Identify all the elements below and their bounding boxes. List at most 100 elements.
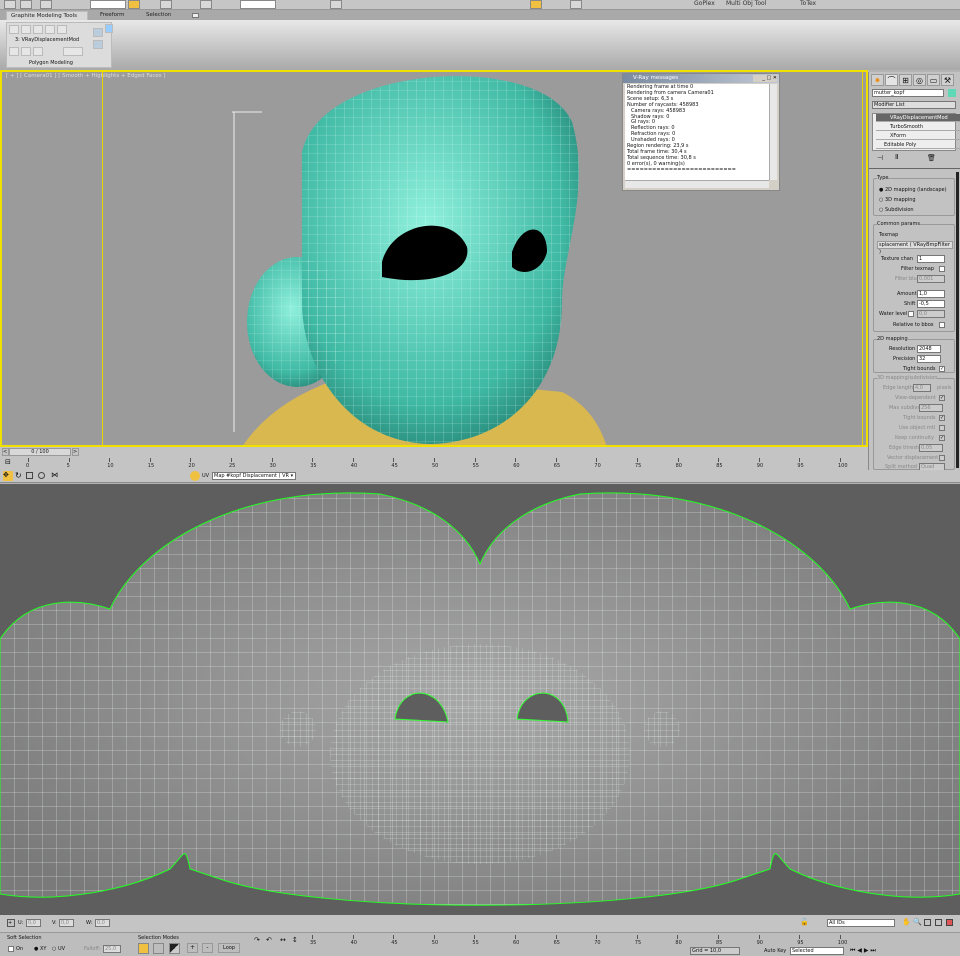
flip-horizontal-icon[interactable]: ↔: [280, 936, 286, 944]
polygon-icon[interactable]: [45, 25, 55, 34]
element-icon[interactable]: [57, 25, 67, 34]
radio-xy[interactable]: ● XY: [34, 946, 46, 952]
stack-item-turbosmooth[interactable]: TurboSmooth: [876, 123, 960, 131]
edge-mode-icon[interactable]: [153, 943, 164, 954]
scale-icon[interactable]: [26, 472, 33, 479]
totex-button[interactable]: ToTex: [800, 0, 816, 7]
rotate-ccw-icon[interactable]: ↶: [266, 936, 272, 944]
tab-graphite-modeling-tools[interactable]: Graphite Modeling Tools: [6, 11, 88, 20]
map-dropdown[interactable]: Map #kopf Displacement ( VR ▾: [212, 472, 296, 480]
face-mode-icon[interactable]: [169, 943, 180, 954]
stack-item-vraydisplacementmod[interactable]: VRayDisplacementMod: [876, 114, 960, 122]
polygon-modeling-label[interactable]: Polygon Modeling: [29, 60, 73, 66]
loop-button[interactable]: Loop: [218, 943, 240, 953]
u-field[interactable]: 0,0: [26, 919, 41, 927]
render-setup-icon[interactable]: [530, 0, 542, 9]
v-field[interactable]: 0,0: [59, 919, 74, 927]
rotate-cw-icon[interactable]: ↷: [254, 936, 260, 944]
toggle-icon[interactable]: [63, 47, 83, 56]
playback-controls-icon[interactable]: ⏮ ◀ ▶ ⏭: [850, 947, 876, 955]
move-icon[interactable]: [200, 0, 212, 9]
precision-field[interactable]: 32: [917, 355, 941, 363]
utilities-tab-icon[interactable]: ⚒: [941, 74, 954, 86]
w-field[interactable]: 0,0: [95, 919, 110, 927]
rotate-icon[interactable]: ↻: [15, 471, 22, 480]
up-arrow-icon[interactable]: [93, 28, 103, 37]
key-filter-dropdown[interactable]: Selected: [790, 947, 844, 955]
view-dependent-checkbox[interactable]: ✓: [939, 395, 945, 401]
radio-3d-mapping[interactable]: ○ 3D mapping: [879, 197, 916, 203]
water-level-checkbox[interactable]: [908, 311, 914, 317]
undo-icon[interactable]: [4, 0, 16, 9]
motion-tab-icon[interactable]: ◎: [913, 74, 926, 86]
use-object-mtl-checkbox[interactable]: [939, 425, 945, 431]
create-tab-icon[interactable]: ✷: [871, 74, 884, 86]
zoom-region-icon[interactable]: [935, 919, 942, 926]
grow-button[interactable]: +: [187, 943, 198, 953]
checker-icon[interactable]: [190, 471, 200, 481]
goplex-button[interactable]: GoPlex: [694, 0, 715, 7]
texmap-button[interactable]: splacement ( VRayBmpFilter ): [877, 241, 953, 255]
soft-on-checkbox[interactable]: [8, 946, 14, 952]
tab-selection[interactable]: Selection: [142, 11, 175, 20]
snap-icon[interactable]: [330, 0, 342, 9]
edge-length-field[interactable]: 4,0: [913, 384, 931, 392]
select-object-icon[interactable]: [128, 0, 140, 9]
flip-vertical-icon[interactable]: ↕: [292, 936, 298, 944]
show-end-result-icon[interactable]: Ⅱ: [895, 153, 898, 161]
display-tab-icon[interactable]: ▭: [927, 74, 940, 86]
select-region-icon[interactable]: [160, 0, 172, 9]
preserve-uvs-icon[interactable]: [9, 47, 19, 56]
pin-stack-icon[interactable]: [105, 24, 113, 33]
resolution-field[interactable]: 2048: [917, 345, 941, 353]
stack-item-xform[interactable]: XForm: [876, 132, 960, 140]
falloff-field[interactable]: 25,0: [103, 945, 121, 953]
ribbon-options-icon[interactable]: [192, 13, 199, 18]
selection-filter[interactable]: [90, 0, 126, 9]
make-unique-icon[interactable]: [33, 47, 43, 56]
border-icon[interactable]: [33, 25, 43, 34]
lock-icon[interactable]: 🔓: [800, 918, 809, 926]
multi-obj-tool-button[interactable]: Multi Obj Tool: [726, 0, 766, 7]
time-slider[interactable]: < 0 / 100 >: [0, 447, 868, 457]
uv-editor-canvas[interactable]: [0, 484, 960, 915]
tight-bounds-checkbox[interactable]: ✓: [939, 366, 945, 372]
vertical-scrollbar[interactable]: [769, 84, 777, 180]
redo-icon[interactable]: [20, 0, 32, 9]
keep-continuity-checkbox[interactable]: ✓: [939, 435, 945, 441]
radio-2d-mapping[interactable]: ● 2D mapping (landscape): [879, 187, 947, 193]
radio-uv[interactable]: ○ UV: [52, 946, 65, 952]
auto-key-button[interactable]: Auto Key: [764, 948, 786, 954]
move-icon[interactable]: ✥: [3, 471, 13, 481]
time-slider-thumb[interactable]: 0 / 100: [9, 448, 71, 456]
edge-icon[interactable]: [21, 25, 31, 34]
zoom-icon[interactable]: 🔍: [913, 918, 922, 926]
horizontal-scrollbar[interactable]: [625, 180, 769, 188]
radio-subdivision[interactable]: ○ Subdivision: [879, 207, 914, 213]
filter-texmap-checkbox[interactable]: [939, 266, 945, 272]
ids-dropdown[interactable]: All IDs: [827, 919, 895, 927]
modify-tab-icon[interactable]: ⌒: [885, 74, 898, 86]
texture-chan-field[interactable]: 1: [917, 255, 945, 263]
vertex-mode-icon[interactable]: [138, 943, 149, 954]
max-subdivs-field[interactable]: 256: [919, 404, 943, 412]
next-frame-icon[interactable]: >: [72, 448, 79, 456]
object-name-field[interactable]: mutter_kopf: [872, 89, 944, 97]
edge-thresh-field[interactable]: 0,05: [919, 444, 943, 452]
zoom-extents-icon[interactable]: [924, 919, 931, 926]
shrink-button[interactable]: -: [202, 943, 213, 953]
show-end-result-icon[interactable]: [21, 47, 31, 56]
vertex-icon[interactable]: [9, 25, 19, 34]
render-frame-icon[interactable]: [570, 0, 582, 9]
relative-to-bbox-checkbox[interactable]: [939, 322, 945, 328]
hierarchy-tab-icon[interactable]: ⊞: [899, 74, 912, 86]
amount-field[interactable]: 1,0: [917, 290, 945, 298]
object-color-swatch[interactable]: [948, 89, 956, 97]
shift-field[interactable]: -0,5: [917, 300, 945, 308]
link-icon[interactable]: [40, 0, 52, 9]
window-controls[interactable]: _ □ ✕: [753, 75, 777, 82]
panel-scrollbar[interactable]: [956, 172, 959, 468]
filter-blur-field[interactable]: 0,001: [917, 275, 945, 283]
pan-icon[interactable]: ✋: [902, 918, 911, 926]
vray-title-bar[interactable]: V-Ray messages _ □ ✕: [623, 74, 779, 83]
